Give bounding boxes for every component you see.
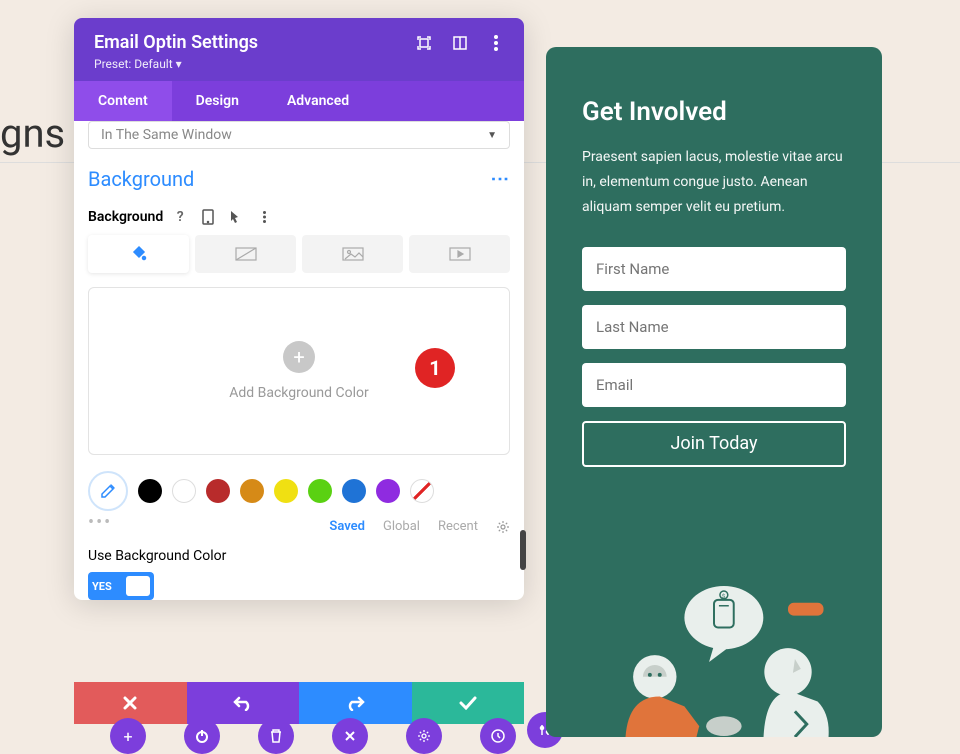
toolbar-history-button[interactable] (480, 718, 516, 754)
preview-title: Get Involved (582, 97, 846, 127)
swatch-none[interactable] (410, 479, 434, 503)
page-background-text: gns (0, 110, 65, 157)
more-icon[interactable] (257, 210, 271, 224)
step-badge-1: 1 (415, 348, 455, 388)
toolbar-power-button[interactable] (184, 718, 220, 754)
more-swatches-icon[interactable]: ••• (88, 512, 112, 533)
toolbar-settings-button[interactable] (406, 718, 442, 754)
swatch-green[interactable] (308, 479, 332, 503)
optin-preview: Get Involved Praesent sapien lacus, mole… (546, 47, 882, 737)
add-color-label: Add Background Color (229, 385, 369, 401)
email-field[interactable] (582, 363, 846, 407)
tab-content[interactable]: Content (74, 81, 172, 121)
illustration: $ (566, 577, 862, 737)
section-title-background[interactable]: Background (88, 167, 194, 191)
palette-tab-recent[interactable]: Recent (438, 519, 478, 534)
palette-tab-global[interactable]: Global (383, 519, 420, 534)
plus-icon: + (283, 341, 315, 373)
toolbar-trash-button[interactable] (258, 718, 294, 754)
help-icon[interactable]: ? (173, 210, 187, 224)
select-value: In The Same Window (101, 127, 232, 143)
chevron-down-icon: ▼ (487, 130, 497, 141)
layout-icon[interactable] (452, 35, 468, 51)
svg-text:$: $ (722, 593, 725, 600)
swatch-black[interactable] (138, 479, 162, 503)
hover-icon[interactable] (229, 210, 243, 224)
swatch-red[interactable] (206, 479, 230, 503)
toggle-knob (126, 576, 150, 596)
eyedropper-button[interactable] (88, 471, 128, 511)
gear-icon[interactable] (496, 520, 510, 534)
expand-icon[interactable] (416, 35, 432, 51)
toolbar-add-button[interactable]: + (110, 718, 146, 754)
use-background-color-toggle[interactable]: YES (88, 572, 154, 600)
toggle-label: YES (92, 580, 112, 593)
bg-tab-gradient[interactable] (195, 235, 296, 273)
first-name-field[interactable] (582, 247, 846, 291)
field-label-background: Background (88, 209, 163, 225)
scrollbar[interactable] (520, 530, 526, 570)
tab-advanced[interactable]: Advanced (263, 81, 373, 121)
link-target-select[interactable]: In The Same Window ▼ (88, 121, 510, 149)
swatch-yellow[interactable] (274, 479, 298, 503)
section-menu-icon[interactable]: ⋮ (489, 170, 510, 188)
bg-tab-color[interactable] (88, 235, 189, 273)
use-background-color-label: Use Background Color (88, 548, 510, 564)
tab-design[interactable]: Design (172, 81, 263, 121)
swatch-blue[interactable] (342, 479, 366, 503)
modal-tabs: Content Design Advanced (74, 81, 524, 121)
page-toolbar: + (110, 718, 516, 754)
tablet-icon[interactable] (201, 210, 215, 224)
swatch-orange[interactable] (240, 479, 264, 503)
join-today-button[interactable]: Join Today (582, 421, 846, 467)
preview-text: Praesent sapien lacus, molestie vitae ar… (582, 145, 846, 221)
settings-modal: Email Optin Settings Preset: Default ▾ C… (74, 18, 524, 600)
toolbar-close-button[interactable] (332, 718, 368, 754)
modal-header: Email Optin Settings Preset: Default ▾ (74, 18, 524, 81)
palette-tab-saved[interactable]: Saved (329, 519, 365, 534)
swatch-white[interactable] (172, 479, 196, 503)
modal-title: Email Optin Settings (94, 32, 258, 53)
bg-tab-image[interactable] (302, 235, 403, 273)
bg-tab-video[interactable] (409, 235, 510, 273)
preset-dropdown[interactable]: Preset: Default ▾ (94, 57, 504, 71)
more-icon[interactable] (488, 35, 504, 51)
last-name-field[interactable] (582, 305, 846, 349)
swatch-purple[interactable] (376, 479, 400, 503)
chevron-down-icon: ▾ (176, 57, 182, 71)
